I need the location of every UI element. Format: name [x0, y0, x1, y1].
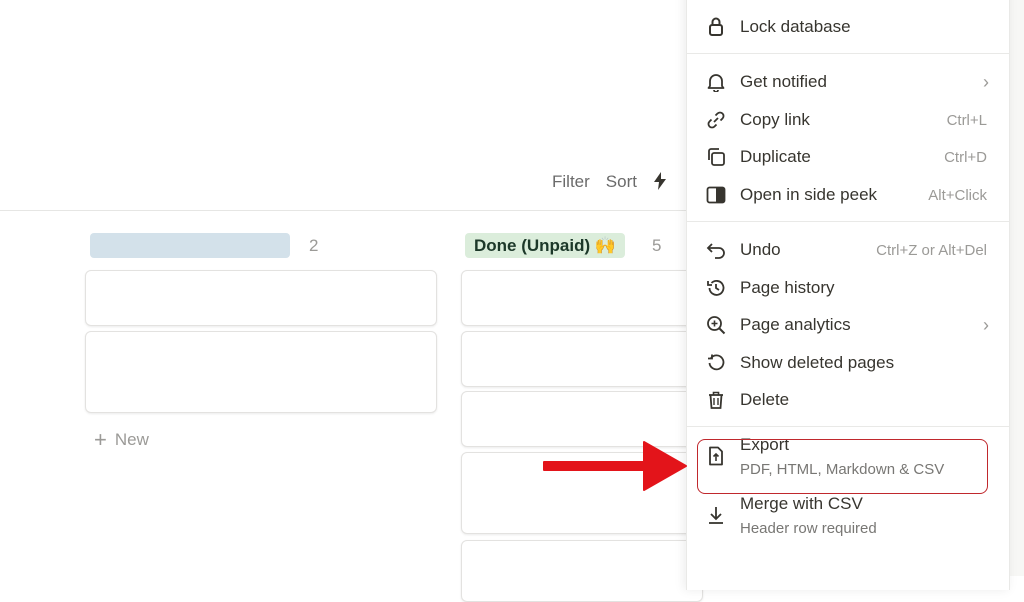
menu-item-label: Show deleted pages [740, 353, 895, 372]
database-options-menu: Lock database Get notified › Copy link C… [686, 0, 1010, 590]
view-toolbar: Filter Sort [552, 172, 667, 195]
group-count: 2 [309, 236, 319, 255]
menu-divider [687, 221, 1009, 222]
menu-item-label: Open in side peek [740, 185, 878, 204]
menu-item-label: Delete [740, 390, 790, 409]
menu-item-show-deleted-pages[interactable]: Show deleted pages [687, 345, 1009, 381]
undo-icon [705, 239, 727, 261]
menu-item-label: Page history [740, 278, 835, 297]
scroll-gutter [1008, 0, 1024, 576]
trash-icon [705, 389, 727, 411]
red-arrow-icon [543, 441, 687, 491]
history-icon [705, 277, 727, 299]
sort-button[interactable]: Sort [606, 172, 637, 195]
link-icon [705, 109, 727, 131]
duplicate-icon [705, 146, 727, 168]
menu-item-undo[interactable]: Undo Ctrl+Z or Alt+Del [687, 232, 1009, 268]
menu-item-page-analytics[interactable]: Page analytics › [687, 307, 1009, 343]
menu-item-duplicate[interactable]: Duplicate Ctrl+D [687, 139, 1009, 175]
plus-icon: + [94, 427, 107, 452]
toolbar-divider [0, 210, 690, 211]
menu-item-label: Undo [740, 240, 781, 259]
automation-icon[interactable] [653, 172, 667, 195]
menu-item-label: Merge with CSV [740, 494, 863, 513]
board-card[interactable] [461, 270, 703, 326]
new-card-label: New [114, 430, 149, 449]
lock-icon [705, 16, 727, 38]
chevron-right-icon: › [983, 71, 989, 92]
menu-divider [687, 53, 1009, 54]
board-card[interactable] [85, 270, 437, 326]
restore-icon [705, 352, 727, 374]
shortcut-hint: Alt+Click [928, 186, 987, 204]
shortcut-hint: Ctrl+D [944, 148, 987, 166]
menu-item-label: Copy link [740, 110, 810, 129]
board-card[interactable] [461, 331, 703, 387]
menu-item-lock-database[interactable]: Lock database [687, 9, 1009, 45]
menu-item-label: Lock database [740, 17, 851, 36]
group-tag-blank[interactable] [90, 233, 290, 258]
menu-item-page-history[interactable]: Page history [687, 270, 1009, 306]
group-count: 5 [652, 236, 662, 255]
menu-item-open-side-peek[interactable]: Open in side peek Alt+Click [687, 177, 1009, 213]
export-highlight-box [697, 439, 988, 494]
menu-item-label: Get notified [740, 72, 827, 91]
menu-item-label: Duplicate [740, 147, 811, 166]
new-card-button[interactable]: + New [94, 427, 149, 452]
menu-divider [687, 426, 1009, 427]
side-peek-icon [705, 184, 727, 206]
group-tag-done-unpaid[interactable]: Done (Unpaid) 🙌 [465, 233, 626, 258]
bell-icon [705, 71, 727, 93]
menu-item-sublabel: Header row required [740, 520, 877, 537]
board-card[interactable] [85, 331, 437, 413]
menu-item-delete[interactable]: Delete [687, 382, 1009, 418]
filter-button[interactable]: Filter [552, 172, 590, 195]
shortcut-hint: Ctrl+L [946, 111, 987, 129]
shortcut-hint: Ctrl+Z or Alt+Del [876, 241, 987, 259]
menu-item-merge-csv[interactable]: Merge with CSV Header row required [687, 494, 1009, 552]
download-icon [705, 504, 727, 526]
menu-item-label: Page analytics [740, 315, 851, 334]
board-card[interactable] [461, 540, 703, 602]
menu-item-get-notified[interactable]: Get notified › [687, 64, 1009, 100]
analytics-magnifier-icon [705, 314, 727, 336]
chevron-right-icon: › [983, 314, 989, 335]
menu-item-copy-link[interactable]: Copy link Ctrl+L [687, 102, 1009, 138]
